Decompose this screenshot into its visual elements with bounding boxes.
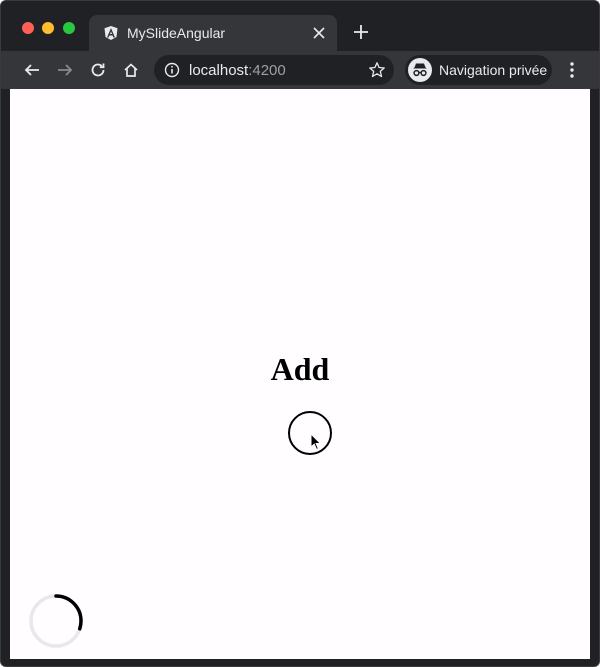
page-content: Add <box>10 89 590 659</box>
home-button[interactable] <box>119 58 143 82</box>
info-icon[interactable] <box>164 62 180 78</box>
page-heading: Add <box>270 351 330 387</box>
back-button[interactable] <box>20 58 44 82</box>
reload-button[interactable] <box>86 58 110 82</box>
new-tab-button[interactable] <box>351 22 371 42</box>
star-icon[interactable] <box>368 61 386 79</box>
tab-title: MySlideAngular <box>127 25 226 41</box>
address-port: :4200 <box>248 62 286 79</box>
browser-menu-button[interactable] <box>562 58 582 82</box>
home-icon <box>124 63 138 77</box>
plus-icon <box>354 25 368 39</box>
address-bar[interactable]: localhost:4200 <box>154 55 394 85</box>
browser-toolbar: localhost:4200 Navigation privée <box>1 51 599 89</box>
forward-arrow-icon <box>58 64 73 76</box>
loading-spinner <box>29 594 83 648</box>
incognito-label: Navigation privée <box>439 62 548 78</box>
tab-close-button[interactable] <box>309 23 329 43</box>
address-host: localhost <box>189 62 249 79</box>
mouse-pointer-icon <box>310 433 322 451</box>
address-url: localhost:4200 <box>189 62 286 79</box>
window-close-button[interactable] <box>22 22 34 34</box>
browser-window: MySlideAngular localhost:4200 Navigation… <box>0 0 600 667</box>
incognito-icon <box>413 63 427 77</box>
forward-button[interactable] <box>53 58 77 82</box>
angular-logo-icon <box>104 26 118 40</box>
more-vertical-icon <box>570 62 574 78</box>
reload-icon <box>91 63 105 77</box>
incognito-avatar <box>408 58 432 82</box>
close-icon <box>313 27 325 39</box>
window-maximize-button[interactable] <box>63 22 75 34</box>
back-arrow-icon <box>24 64 39 76</box>
window-minimize-button[interactable] <box>42 22 54 34</box>
incognito-profile-button[interactable]: Navigation privée <box>405 55 552 85</box>
tab-active[interactable]: MySlideAngular <box>89 15 337 51</box>
tab-strip: MySlideAngular <box>1 1 599 51</box>
